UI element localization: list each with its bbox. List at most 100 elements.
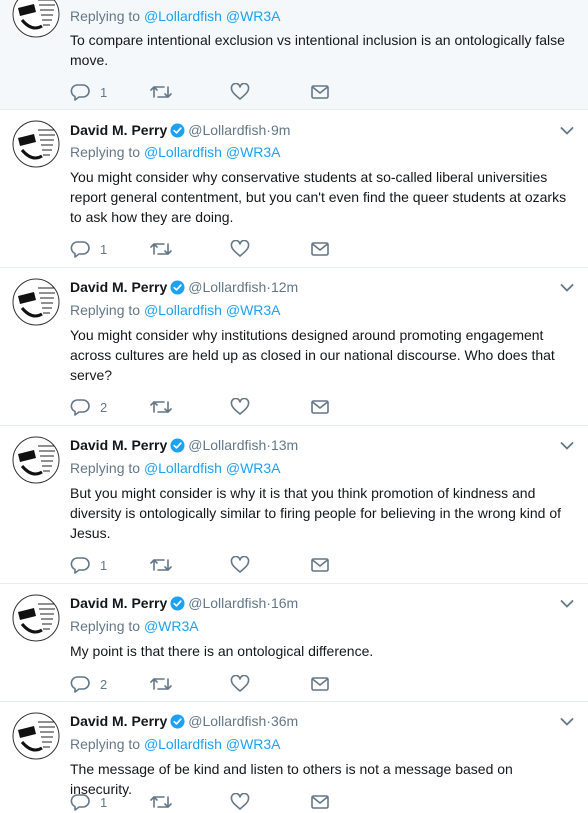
- reply-button[interactable]: 1: [70, 791, 107, 813]
- dm-button[interactable]: [310, 396, 330, 418]
- avatar[interactable]: [12, 0, 60, 38]
- tweet-text: But you might consider is why it is that…: [70, 485, 562, 541]
- envelope-icon: [311, 677, 329, 691]
- chevron-down-icon[interactable]: [560, 126, 574, 136]
- reply-count: 1: [100, 84, 108, 100]
- tweet[interactable]: David M. Perry @Lollardfish ·12m Replyin…: [0, 268, 588, 426]
- retweet-button[interactable]: [150, 673, 172, 695]
- timestamp[interactable]: ·36m: [266, 713, 298, 729]
- reply-button[interactable]: 1: [70, 81, 107, 103]
- like-button[interactable]: [230, 554, 250, 576]
- retweet-icon: [150, 86, 172, 98]
- user-handle[interactable]: @Lollardfish: [188, 279, 266, 295]
- reply-button[interactable]: 2: [70, 396, 107, 418]
- mention-link[interactable]: @WR3A: [226, 8, 281, 24]
- avatar[interactable]: [12, 594, 60, 642]
- avatar[interactable]: [12, 436, 60, 484]
- avatar[interactable]: [12, 120, 60, 168]
- replying-to-label: Replying to: [70, 618, 141, 634]
- tweet-header: David M. Perry @Lollardfish ·9m: [70, 120, 290, 140]
- mention-link[interactable]: @Lollardfish: [144, 460, 222, 476]
- display-name[interactable]: David M. Perry: [70, 437, 167, 453]
- mention-link[interactable]: @WR3A: [226, 460, 281, 476]
- heart-icon: [230, 240, 250, 257]
- timestamp[interactable]: ·13m: [266, 437, 298, 453]
- dm-button[interactable]: [310, 791, 330, 813]
- mention-link[interactable]: @Lollardfish: [144, 302, 222, 318]
- chevron-down-icon[interactable]: [560, 283, 574, 293]
- mention-link[interactable]: @WR3A: [226, 144, 281, 160]
- mention-link[interactable]: @WR3A: [226, 302, 281, 318]
- tweet-header: David M. Perry @Lollardfish ·12m: [70, 277, 298, 297]
- replying-to-label: Replying to: [70, 8, 141, 24]
- like-button[interactable]: [230, 673, 250, 695]
- envelope-icon: [311, 242, 329, 256]
- timestamp[interactable]: ·12m: [266, 279, 298, 295]
- display-name[interactable]: David M. Perry: [70, 122, 167, 138]
- user-handle[interactable]: @Lollardfish: [188, 122, 266, 138]
- verified-badge-icon: [170, 122, 185, 138]
- mention-link[interactable]: @WR3A: [144, 618, 199, 634]
- replying-to-label: Replying to: [70, 460, 141, 476]
- retweet-icon: [150, 796, 172, 808]
- tweet-header: David M. Perry @Lollardfish ·36m: [70, 711, 298, 731]
- verified-badge-icon: [170, 437, 185, 453]
- replying-to: Replying to @Lollardfish @WR3A: [70, 8, 281, 24]
- user-handle[interactable]: @Lollardfish: [188, 437, 266, 453]
- retweet-button[interactable]: [150, 396, 172, 418]
- reply-icon: [70, 794, 90, 811]
- verified-badge-icon: [170, 595, 185, 611]
- dm-button[interactable]: [310, 81, 330, 103]
- envelope-icon: [311, 558, 329, 572]
- retweet-icon: [150, 243, 172, 255]
- like-button[interactable]: [230, 396, 250, 418]
- dm-button[interactable]: [310, 238, 330, 260]
- retweet-button[interactable]: [150, 554, 172, 576]
- tweet[interactable]: David M. Perry @Lollardfish ·13m Replyin…: [0, 426, 588, 584]
- heart-icon: [230, 675, 250, 692]
- display-name[interactable]: David M. Perry: [70, 279, 167, 295]
- avatar[interactable]: [12, 278, 60, 326]
- tweet[interactable]: David M. Perry @Lollardfish ·36m Replyin…: [0, 702, 588, 813]
- retweet-button[interactable]: [150, 81, 172, 103]
- retweet-button[interactable]: [150, 791, 172, 813]
- reply-icon: [70, 241, 90, 258]
- like-button[interactable]: [230, 238, 250, 260]
- tweet-text: You might consider why institutions desi…: [70, 327, 555, 383]
- heart-icon: [230, 398, 250, 415]
- replying-to: Replying to @Lollardfish @WR3A: [70, 460, 281, 476]
- replying-to: Replying to @Lollardfish @WR3A: [70, 302, 281, 318]
- like-button[interactable]: [230, 81, 250, 103]
- timestamp[interactable]: ·9m: [266, 122, 290, 138]
- mention-link[interactable]: @Lollardfish: [144, 8, 222, 24]
- display-name[interactable]: David M. Perry: [70, 713, 167, 729]
- mention-link[interactable]: @Lollardfish: [144, 736, 222, 752]
- tweet[interactable]: David M. Perry @Lollardfish ·9m Replying…: [0, 110, 588, 268]
- tweet-text: To compare intentional exclusion vs inte…: [70, 32, 565, 68]
- tweet-header: David M. Perry @Lollardfish ·16m: [70, 593, 298, 613]
- user-handle[interactable]: @Lollardfish: [188, 713, 266, 729]
- user-handle[interactable]: @Lollardfish: [188, 595, 266, 611]
- mention-link[interactable]: @Lollardfish: [144, 144, 222, 160]
- tweet[interactable]: Replying to @Lollardfish @WR3A To compar…: [0, 0, 588, 110]
- reply-button[interactable]: 2: [70, 673, 107, 695]
- reply-icon: [70, 84, 90, 101]
- display-name[interactable]: David M. Perry: [70, 595, 167, 611]
- verified-badge-icon: [170, 279, 185, 295]
- dm-button[interactable]: [310, 554, 330, 576]
- reply-count: 1: [100, 794, 108, 810]
- chevron-down-icon[interactable]: [560, 717, 574, 727]
- tweet-thread: Replying to @Lollardfish @WR3A To compar…: [0, 0, 588, 813]
- reply-icon: [70, 557, 90, 574]
- retweet-button[interactable]: [150, 238, 172, 260]
- dm-button[interactable]: [310, 673, 330, 695]
- chevron-down-icon[interactable]: [560, 599, 574, 609]
- like-button[interactable]: [230, 791, 250, 813]
- reply-button[interactable]: 1: [70, 554, 107, 576]
- timestamp[interactable]: ·16m: [266, 595, 298, 611]
- tweet[interactable]: David M. Perry @Lollardfish ·16m Replyin…: [0, 584, 588, 702]
- reply-button[interactable]: 1: [70, 238, 107, 260]
- mention-link[interactable]: @WR3A: [226, 736, 281, 752]
- chevron-down-icon[interactable]: [560, 441, 574, 451]
- avatar[interactable]: [12, 712, 60, 760]
